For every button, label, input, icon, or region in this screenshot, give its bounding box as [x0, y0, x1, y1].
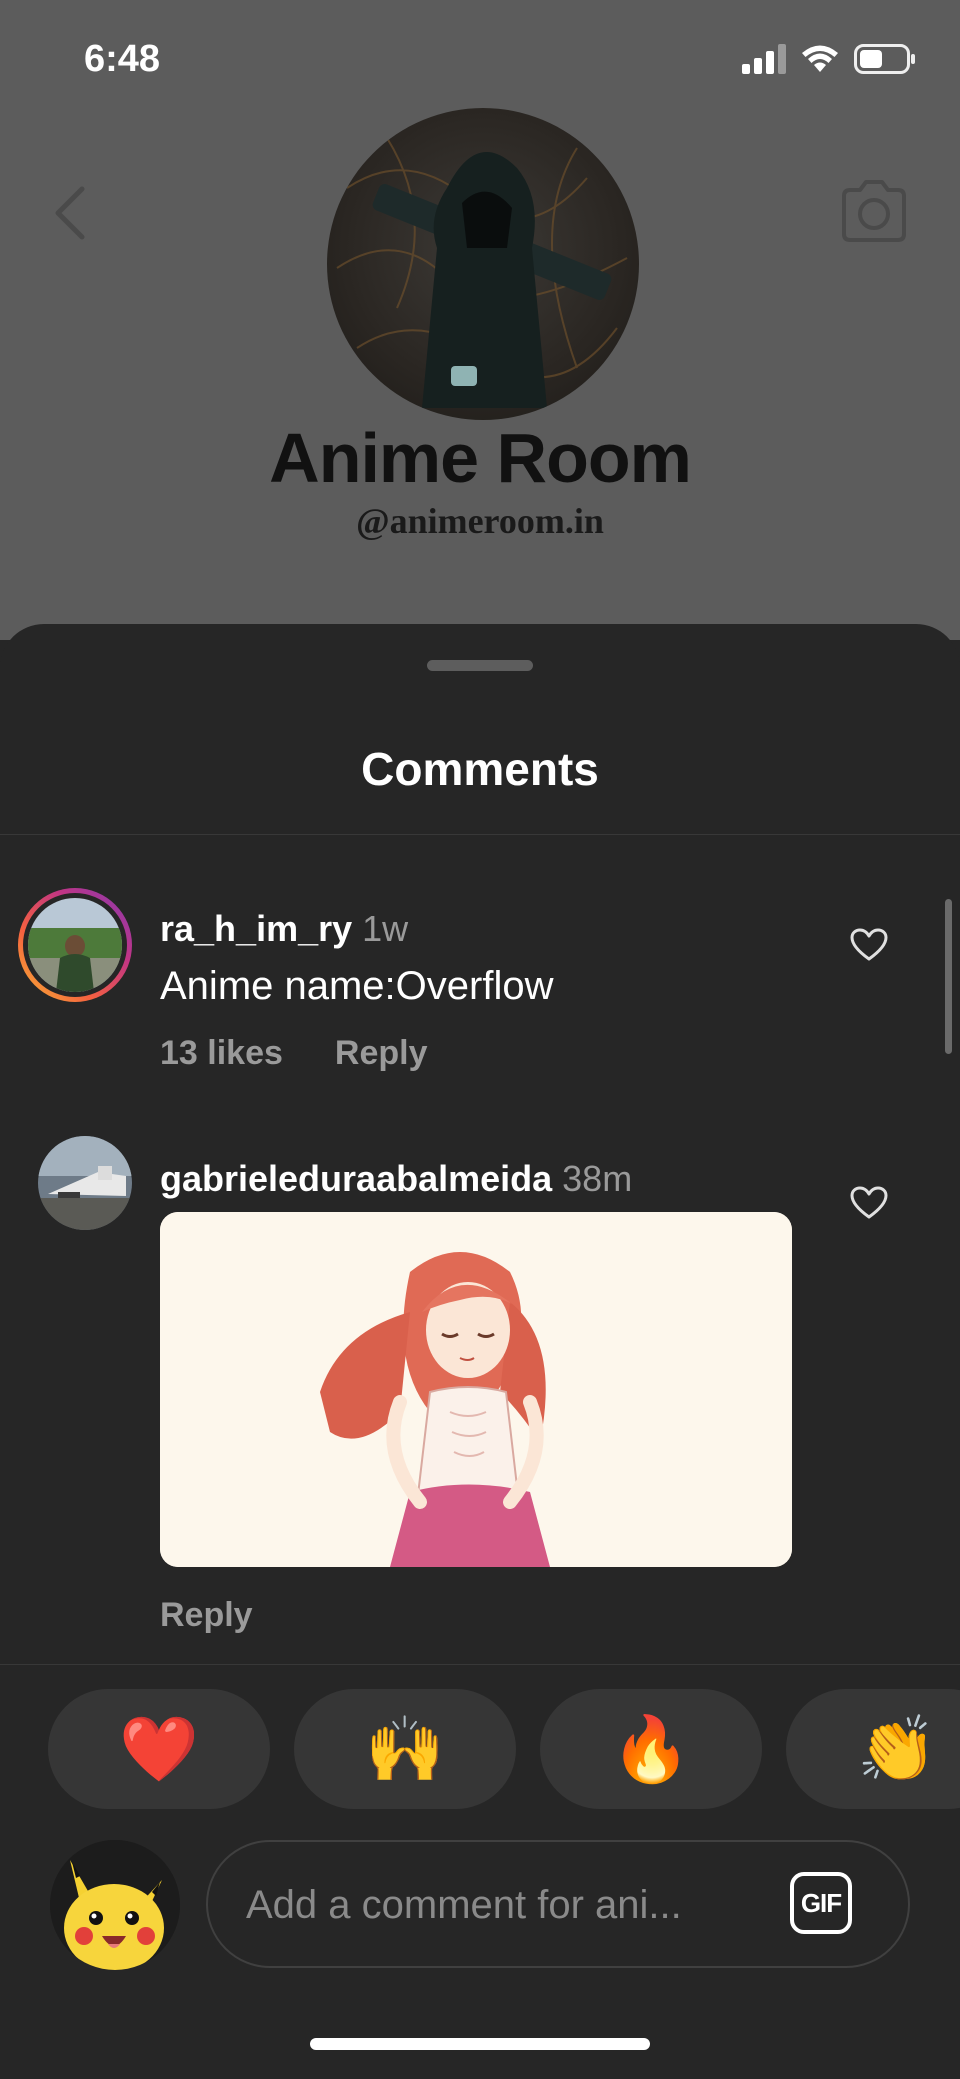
home-indicator [310, 2038, 650, 2050]
reaction-raised-hands-button[interactable]: 🙌 [294, 1689, 516, 1809]
comment-timestamp: 38m [562, 1158, 633, 1199]
comment-username-line: gabrieleduraabalmeida 38m [160, 1158, 632, 1200]
comment-composer: GIF [206, 1840, 910, 1968]
reaction-heart-button[interactable]: ❤️ [48, 1689, 270, 1809]
comment-gif[interactable] [160, 1212, 792, 1567]
battery-icon [854, 44, 915, 74]
comment-timestamp: 1w [362, 908, 409, 949]
comment-meta: 13 likes Reply [160, 1034, 427, 1073]
profile-name: Anime Room [269, 419, 692, 497]
status-icons [742, 44, 916, 74]
heart-icon[interactable] [850, 1186, 888, 1220]
commenter-avatar[interactable] [38, 1136, 132, 1230]
reaction-fire-button[interactable]: 🔥 [540, 1689, 762, 1809]
comment-username[interactable]: gabrieleduraabalmeida [160, 1158, 552, 1199]
comment-likes[interactable]: 13 likes [160, 1034, 283, 1073]
wifi-icon [802, 45, 838, 72]
profile-header-background: 6:48 Anime Room @animeroom.in [0, 0, 960, 640]
comment-meta: Reply [160, 1596, 253, 1635]
profile-avatar [327, 108, 639, 420]
comment-input[interactable] [244, 1872, 748, 1938]
comment-text: Anime name:Overflow [160, 964, 554, 1008]
sheet-title: Comments [361, 743, 599, 795]
comment-username-line: ra_h_im_ry 1w [160, 908, 408, 950]
scrollbar[interactable] [945, 899, 952, 1054]
status-time: 6:48 [84, 38, 161, 80]
reply-button[interactable]: Reply [160, 1596, 253, 1635]
sheet-grabber[interactable] [427, 660, 533, 671]
back-chevron-icon[interactable] [52, 185, 86, 241]
reply-button[interactable]: Reply [335, 1034, 428, 1073]
comment-username[interactable]: ra_h_im_ry [160, 908, 352, 949]
gif-button[interactable]: GIF [790, 1872, 852, 1934]
divider [0, 1664, 960, 1665]
camera-icon[interactable] [838, 178, 910, 244]
divider [0, 834, 960, 835]
emoji-reactions: ❤️ 🙌 🔥 👏 [48, 1689, 960, 1809]
profile-handle: @animeroom.in [356, 501, 604, 541]
signal-icon [742, 44, 786, 74]
reaction-clap-button[interactable]: 👏 [786, 1689, 960, 1809]
comments-sheet: Comments ra_h_im_ry 1w Anime name:Overflo… [0, 624, 960, 2079]
commenter-avatar[interactable] [18, 888, 132, 1002]
current-user-avatar[interactable] [50, 1840, 180, 1970]
heart-icon[interactable] [850, 928, 888, 962]
